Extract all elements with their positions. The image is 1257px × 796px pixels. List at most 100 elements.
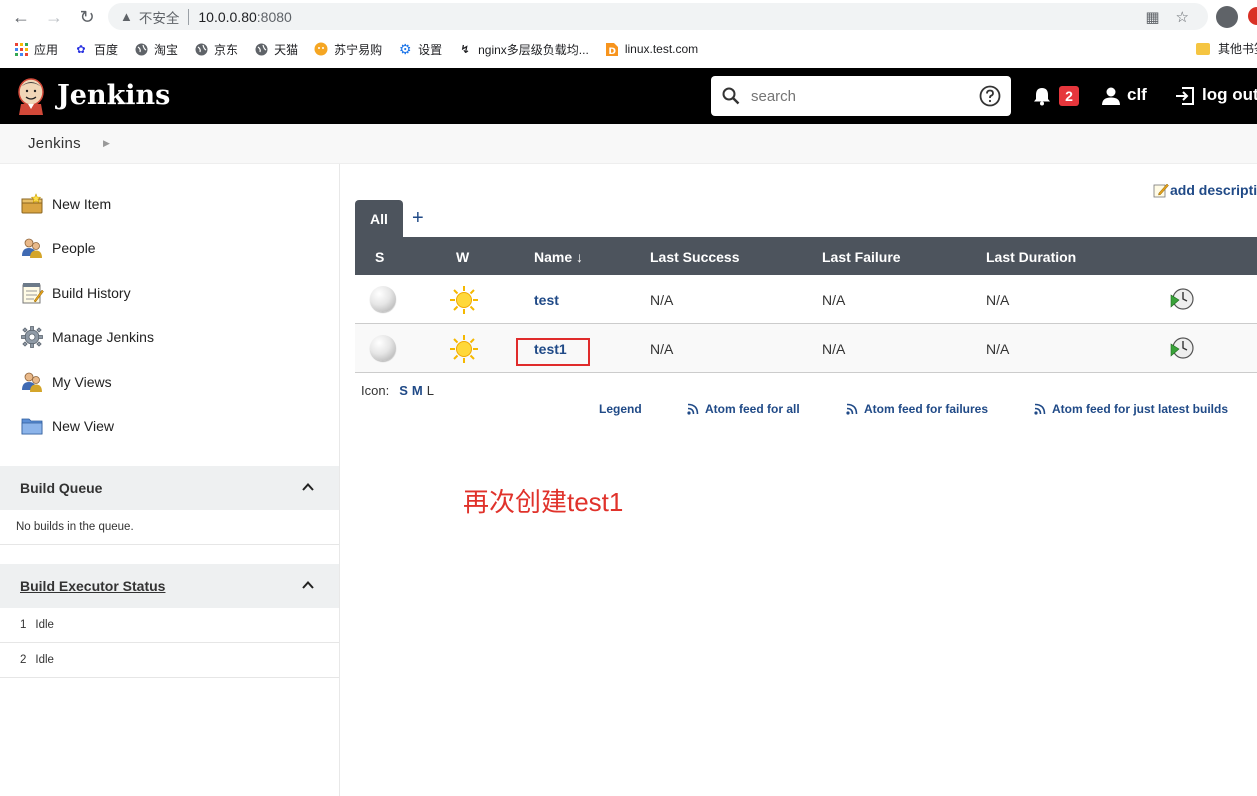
insecure-label: 不安全	[138, 10, 180, 26]
atom-feed-all-link[interactable]: Atom feed for all	[687, 402, 800, 416]
rss-icon	[687, 403, 699, 415]
new-item-icon	[21, 193, 43, 214]
column-last-duration[interactable]: Last Duration	[986, 249, 1076, 265]
bell-icon[interactable]	[1032, 86, 1052, 106]
sidebar-item-new-item[interactable]: New Item	[20, 192, 111, 216]
bookmark-linux-test[interactable]: D linux.test.com	[605, 42, 698, 57]
column-last-failure[interactable]: Last Failure	[822, 249, 901, 265]
column-last-success[interactable]: Last Success	[650, 249, 740, 265]
logout-link[interactable]: log out	[1202, 85, 1257, 105]
reload-icon[interactable]: ↻	[76, 6, 98, 28]
atom-feed-latest-text: Atom feed for just latest builds	[1052, 402, 1229, 416]
jenkins-logo-icon[interactable]	[16, 77, 46, 115]
add-description-link[interactable]: add description	[1153, 182, 1257, 198]
executor-status-title[interactable]: Build Executor Status	[20, 578, 165, 594]
jenkins-title[interactable]: Jenkins	[57, 80, 170, 111]
add-description-text: add description	[1170, 182, 1257, 198]
edit-note-icon	[1153, 183, 1169, 198]
schedule-build-icon[interactable]	[1170, 287, 1194, 311]
search-box	[711, 76, 1011, 116]
last-failure-value: N/A	[822, 341, 846, 357]
column-name[interactable]: Name ↓	[534, 249, 583, 265]
forward-arrow-icon[interactable]: →	[43, 6, 65, 28]
column-status[interactable]: S	[375, 249, 384, 265]
bookmark-taobao[interactable]: 淘宝	[134, 41, 178, 58]
bookmark-apps[interactable]: 应用	[14, 41, 58, 58]
folder-icon	[1196, 42, 1210, 55]
executor-status-header[interactable]: Build Executor Status	[0, 564, 339, 608]
bookmark-label: 其他书签	[1218, 42, 1257, 56]
sidebar-item-build-history[interactable]: Build History	[20, 281, 131, 305]
bookmark-suning[interactable]: 苏宁易购	[314, 41, 382, 58]
notification-badge[interactable]: 2	[1059, 86, 1079, 106]
icon-size-medium[interactable]: M	[412, 383, 423, 398]
bookmark-label: nginx多层级负载均...	[478, 42, 589, 57]
gear-icon	[21, 326, 43, 348]
icon-size-small[interactable]: S	[399, 383, 408, 398]
apps-grid-icon	[14, 42, 28, 56]
star-icon[interactable]: ☆	[1176, 8, 1189, 26]
user-icon[interactable]	[1100, 85, 1122, 107]
icon-size-large[interactable]: L	[427, 383, 434, 398]
search-icon	[711, 87, 751, 105]
bookmark-other[interactable]: 其他书签	[1196, 40, 1257, 57]
profile-avatar-icon[interactable]	[1216, 6, 1238, 28]
sidebar-item-label: New View	[52, 418, 114, 434]
sunny-weather-icon	[450, 335, 478, 363]
sidebar-item-my-views[interactable]: My Views	[20, 370, 112, 394]
status-ball-icon	[370, 335, 396, 361]
update-indicator-icon[interactable]	[1248, 7, 1257, 25]
url-host: 10.0.0.80	[198, 8, 257, 25]
sidebar-item-new-view[interactable]: New View	[20, 414, 114, 438]
translate-icon[interactable]: ▦	[1145, 8, 1159, 26]
suning-icon	[314, 42, 328, 56]
sidebar-item-label: People	[52, 240, 96, 256]
bookmark-label: 应用	[34, 42, 59, 57]
back-arrow-icon[interactable]: ←	[10, 6, 32, 28]
last-success-value: N/A	[650, 292, 674, 308]
projects-table-header: S W Name ↓ Last Success Last Failure Las…	[355, 237, 1257, 275]
nginx-icon: ↯	[460, 43, 470, 56]
chevron-up-icon[interactable]	[301, 480, 315, 494]
search-input[interactable]	[751, 87, 971, 105]
sidebar-item-label: Manage Jenkins	[52, 329, 154, 345]
breadcrumb-root[interactable]: Jenkins	[28, 135, 81, 152]
bookmark-nginx[interactable]: ↯ nginx多层级负载均...	[458, 41, 589, 58]
bookmark-tmall[interactable]: 天猫	[254, 41, 298, 58]
sidebar: New Item People Build History Manage Jen…	[0, 164, 340, 796]
atom-feed-failures-link[interactable]: Atom feed for failures	[846, 402, 988, 416]
globe-icon	[194, 42, 208, 56]
tab-all[interactable]: All	[355, 200, 403, 237]
bookmark-settings[interactable]: ⚙ 设置	[398, 41, 442, 58]
sidebar-item-people[interactable]: People	[20, 236, 96, 260]
legend-link[interactable]: Legend	[599, 402, 642, 416]
warning-triangle-icon: ▲	[120, 9, 133, 24]
bookmark-label: 百度	[94, 42, 119, 57]
bookmark-jd[interactable]: 京东	[194, 41, 238, 58]
add-view-tab[interactable]: +	[412, 207, 424, 230]
atom-feed-latest-link[interactable]: Atom feed for just latest builds	[1034, 402, 1228, 416]
sidebar-item-label: Build History	[52, 285, 131, 301]
bookmark-label: 天猫	[274, 42, 299, 57]
bookmark-label: 设置	[418, 42, 443, 57]
bookmark-label: 淘宝	[154, 42, 179, 57]
sidebar-item-manage-jenkins[interactable]: Manage Jenkins	[20, 325, 154, 349]
annotation-highlight-box	[516, 338, 590, 366]
user-name-link[interactable]: clf	[1127, 85, 1147, 105]
bookmark-baidu[interactable]: ✿ 百度	[74, 41, 118, 58]
address-bar[interactable]: ▲ 不安全 10.0.0.80:8080	[108, 3, 1208, 30]
schedule-build-icon[interactable]	[1170, 336, 1194, 360]
logout-icon[interactable]	[1174, 85, 1196, 107]
build-queue-empty: No builds in the queue.	[0, 510, 339, 545]
legend-text: Legend	[599, 402, 642, 416]
help-icon[interactable]	[979, 85, 1001, 107]
executor-row: 1 Idle	[0, 608, 339, 643]
table-row: test N/A N/A N/A	[355, 275, 1257, 324]
breadcrumb-arrow-icon[interactable]: ▶	[103, 138, 110, 149]
column-weather[interactable]: W	[456, 249, 469, 265]
rss-icon	[1034, 403, 1046, 415]
job-link-test[interactable]: test	[534, 292, 559, 308]
build-queue-header[interactable]: Build Queue	[0, 466, 339, 510]
breadcrumb: Jenkins ▶	[0, 124, 1257, 164]
chevron-up-icon[interactable]	[301, 578, 315, 592]
